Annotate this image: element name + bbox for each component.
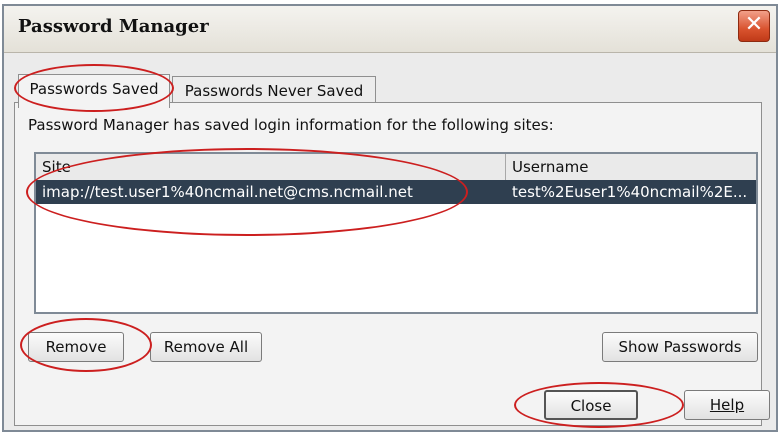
description-text: Password Manager has saved login informa… <box>28 116 554 134</box>
title-bar: Password Manager ✕ <box>4 6 776 53</box>
tab-strip: Passwords Saved Passwords Never Saved <box>4 52 776 108</box>
window-title: Password Manager <box>18 16 209 37</box>
list-header: Site Username <box>36 154 756 181</box>
password-manager-window: Password Manager ✕ Passwords Saved Passw… <box>2 4 778 432</box>
list-row[interactable]: imap://test.user1%40ncmail.net@cms.ncmai… <box>36 180 756 204</box>
close-icon: ✕ <box>744 12 764 37</box>
show-passwords-button[interactable]: Show Passwords <box>602 332 758 362</box>
close-button[interactable]: Close <box>544 390 638 420</box>
help-label: Help <box>709 396 745 414</box>
column-header-username[interactable]: Username <box>506 154 756 180</box>
tab-passwords-saved[interactable]: Passwords Saved <box>18 74 170 108</box>
remove-button[interactable]: Remove <box>28 332 124 362</box>
site-cell: imap://test.user1%40ncmail.net@cms.ncmai… <box>42 183 413 201</box>
remove-all-button[interactable]: Remove All <box>150 332 262 362</box>
close-window-button[interactable]: ✕ <box>738 10 770 42</box>
username-cell: test%2Euser1%40ncmail%2E... <box>512 183 748 201</box>
sites-list[interactable]: Site Username imap://test.user1%40ncmail… <box>34 152 758 314</box>
help-button[interactable]: Help <box>684 390 770 420</box>
column-header-site[interactable]: Site <box>36 154 506 180</box>
